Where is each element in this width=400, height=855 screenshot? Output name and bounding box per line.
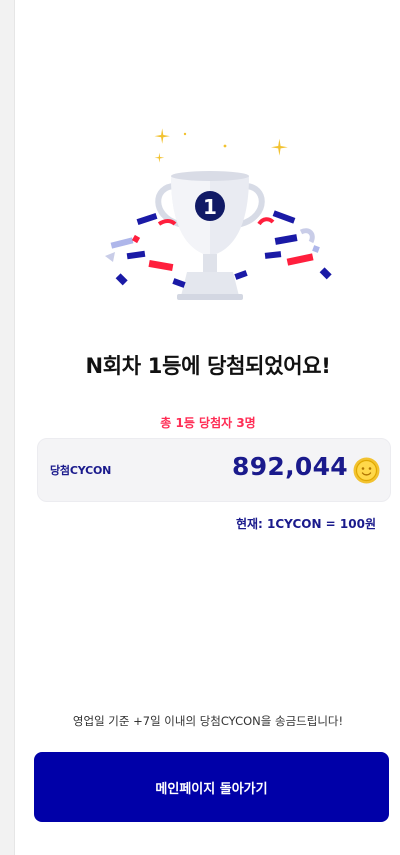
winner-count: 총 1등 당첨자 3명 <box>160 416 256 430</box>
go-to-main-page-button[interactable]: 메인페이지 돌아가기 <box>34 752 389 822</box>
trophy-icon: 1 <box>105 128 332 300</box>
transfer-notice: 영업일 기준 +7일 이내의 당첨CYCON을 송금드립니다! <box>72 714 344 728</box>
cycon-coin-icon <box>353 457 380 484</box>
trophy-illustration: 1 <box>75 128 345 308</box>
result-headline: N회차 1등에 당첨되었어요! <box>85 354 331 378</box>
sparkle-icon <box>154 128 288 163</box>
result-screen: 1 N회차 1등에 당첨되었어요! 총 1등 당첨자 3명 당첨CYCON 89… <box>14 0 400 855</box>
prize-amount: 892,044 <box>232 452 348 481</box>
exchange-rate: 현재: 1CYCON = 100원 <box>235 517 376 531</box>
prize-card: 당첨CYCON 892,044 <box>37 438 391 502</box>
rank-badge: 1 <box>203 195 217 219</box>
prize-label: 당첨CYCON <box>50 464 112 477</box>
